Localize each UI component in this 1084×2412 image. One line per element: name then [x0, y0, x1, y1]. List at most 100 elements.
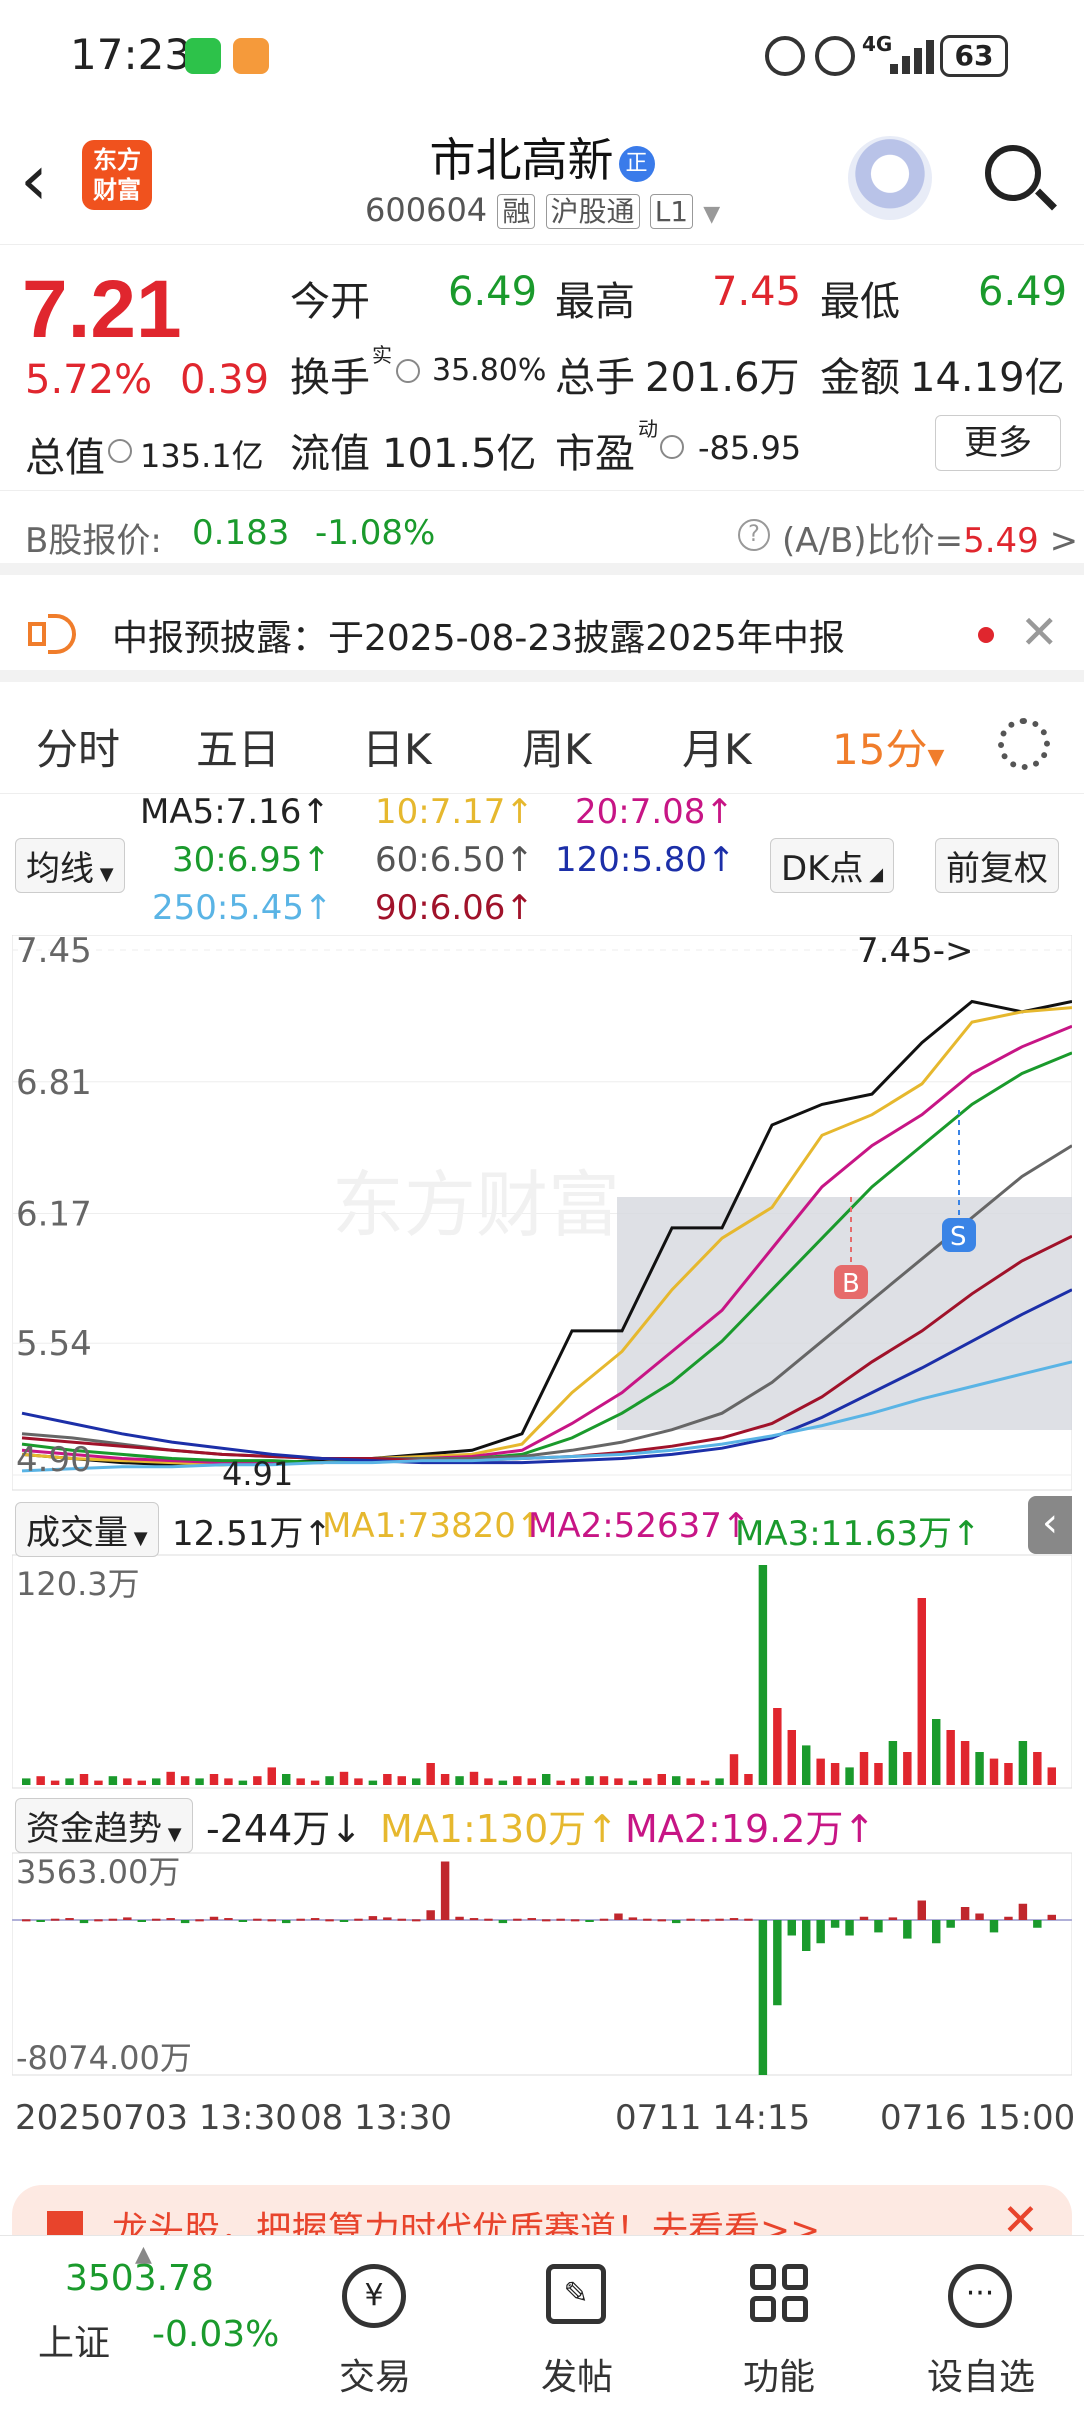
- money-bar: [700, 1919, 710, 1922]
- dropdown-icon[interactable]: ▼: [703, 202, 720, 227]
- volume-ma3: MA3:11.63万↑: [735, 1514, 981, 1554]
- money-value: -244万↓: [206, 1807, 363, 1851]
- x-label-4: 0716 15:00: [880, 2098, 1076, 2138]
- volume-bar: [946, 1730, 955, 1785]
- network-label: 4G: [862, 32, 893, 56]
- volume-bar: [397, 1776, 406, 1785]
- forward-adjust-button[interactable]: 前复权: [935, 838, 1059, 893]
- money-bar: [498, 1920, 508, 1924]
- money-bar: [773, 1920, 782, 2006]
- tab-15min[interactable]: 15分▼: [832, 716, 944, 777]
- ma250-label: 250:5.45↑: [152, 888, 333, 928]
- volume-bar: [845, 1767, 854, 1785]
- ma60-label: 60:6.50↑: [375, 840, 534, 880]
- money-bar: [325, 1919, 334, 1922]
- money-bar: [686, 1918, 695, 1921]
- close-icon[interactable]: ✕: [1020, 605, 1059, 659]
- ma-selector[interactable]: 均线 ▼: [15, 838, 125, 893]
- volume-bar: [238, 1780, 248, 1785]
- volume-bar: [657, 1774, 666, 1785]
- money-bar: [267, 1919, 276, 1922]
- money-bar: [79, 1920, 89, 1924]
- battery-icon: 63: [940, 35, 1008, 77]
- ab-ratio-label: (A/B)比价=: [782, 521, 964, 561]
- volume-bar: [686, 1778, 695, 1785]
- money-bar: [1018, 1903, 1028, 1920]
- assistant-robot-icon[interactable]: [848, 136, 932, 220]
- volume-bar: [1047, 1767, 1056, 1785]
- info-icon[interactable]: [108, 439, 132, 463]
- tab-five-day[interactable]: 五日: [196, 716, 280, 777]
- volume-bar: [989, 1758, 999, 1785]
- ma20-label: 20:7.08↑: [575, 792, 734, 832]
- volume-bar: [614, 1778, 623, 1785]
- volume-bar: [123, 1778, 132, 1785]
- ab-ratio-link[interactable]: (A/B)比价=5.49 >: [782, 513, 1078, 562]
- gear-icon[interactable]: [998, 718, 1050, 770]
- period-tabs: 分时 五日 日K 周K 月K 15分▼: [0, 694, 1084, 794]
- alarm-icon: [815, 36, 855, 76]
- index-pct: -0.03%: [152, 2314, 280, 2355]
- speed-icon: [765, 36, 805, 76]
- money-axis-bottom: -8074.00万: [16, 2039, 192, 2077]
- price-axis-label: 4.90: [16, 1440, 92, 1480]
- volume-selector[interactable]: 成交量 ▼: [15, 1502, 159, 1557]
- nav-post-label: 发帖: [540, 2357, 613, 2398]
- volume-bar: [94, 1780, 103, 1785]
- volume-bar: [296, 1778, 305, 1785]
- price-axis-label: 7.45: [16, 935, 92, 971]
- money-bar: [50, 1918, 60, 1921]
- volume-bar: [22, 1778, 31, 1785]
- tab-intraday[interactable]: 分时: [36, 716, 120, 777]
- volume-bar: [874, 1763, 883, 1785]
- info-icon[interactable]: [660, 435, 684, 459]
- tab-monthly-k[interactable]: 月K: [682, 716, 752, 777]
- low-label: 最低: [820, 279, 900, 325]
- ab-ratio-arrow: >: [1049, 521, 1079, 561]
- money-bar: [383, 1917, 392, 1920]
- notice-bar[interactable]: 中报预披露：于2025-08-23披露2025年中报 ✕: [0, 587, 1084, 682]
- volume-bar: [830, 1763, 840, 1785]
- money-bar: [570, 1919, 580, 1922]
- edit-icon: ✎: [546, 2264, 606, 2324]
- info-icon[interactable]: [396, 359, 420, 383]
- dk-point-button[interactable]: DK点 ◢: [770, 838, 895, 893]
- more-button[interactable]: 更多: [935, 415, 1061, 471]
- amount-label: 金额: [820, 355, 900, 401]
- money-bar: [830, 1920, 840, 1928]
- money-bar: [556, 1918, 565, 1921]
- volume-bar: [975, 1752, 984, 1785]
- volume-bar: [253, 1776, 262, 1785]
- high-value: 7.45: [712, 269, 802, 315]
- money-bar: [975, 1913, 984, 1920]
- dk-point-label: DK点: [781, 849, 864, 889]
- bshare-row: B股报价: 0.183 -1.08% ? (A/B)比价=5.49 >: [0, 490, 1084, 575]
- volume-bar: [744, 1774, 753, 1785]
- volume-selector-label: 成交量: [26, 1513, 128, 1553]
- money-bar: [888, 1917, 898, 1920]
- volume-bar: [108, 1776, 118, 1785]
- volume-bar: [195, 1778, 204, 1785]
- tab-daily-k[interactable]: 日K: [362, 716, 432, 777]
- volume-bar: [859, 1752, 869, 1785]
- help-icon[interactable]: ?: [738, 519, 770, 551]
- nav-trade-label: 交易: [338, 2357, 411, 2398]
- stock-name: 市北高新: [429, 133, 614, 187]
- collapse-panel-button[interactable]: ‹: [1028, 1496, 1072, 1554]
- volume-bar: [50, 1780, 60, 1785]
- more-dots-icon: ···: [948, 2264, 1012, 2328]
- ma5-label: MA5:7.16↑: [140, 792, 330, 832]
- volume-bar: [455, 1776, 464, 1785]
- volume-bar: [368, 1780, 378, 1785]
- money-bar: [527, 1918, 536, 1921]
- ma-selector-label: 均线: [26, 849, 94, 889]
- search-icon[interactable]: [985, 145, 1041, 201]
- money-bar: [845, 1920, 854, 1936]
- money-bar: [787, 1920, 796, 1936]
- tab-weekly-k[interactable]: 周K: [522, 716, 592, 777]
- money-selector[interactable]: 资金趋势 ▼: [15, 1798, 193, 1853]
- money-bar: [917, 1900, 926, 1920]
- money-bar: [426, 1910, 435, 1920]
- volume-bar: [542, 1774, 551, 1785]
- money-bar: [484, 1918, 493, 1921]
